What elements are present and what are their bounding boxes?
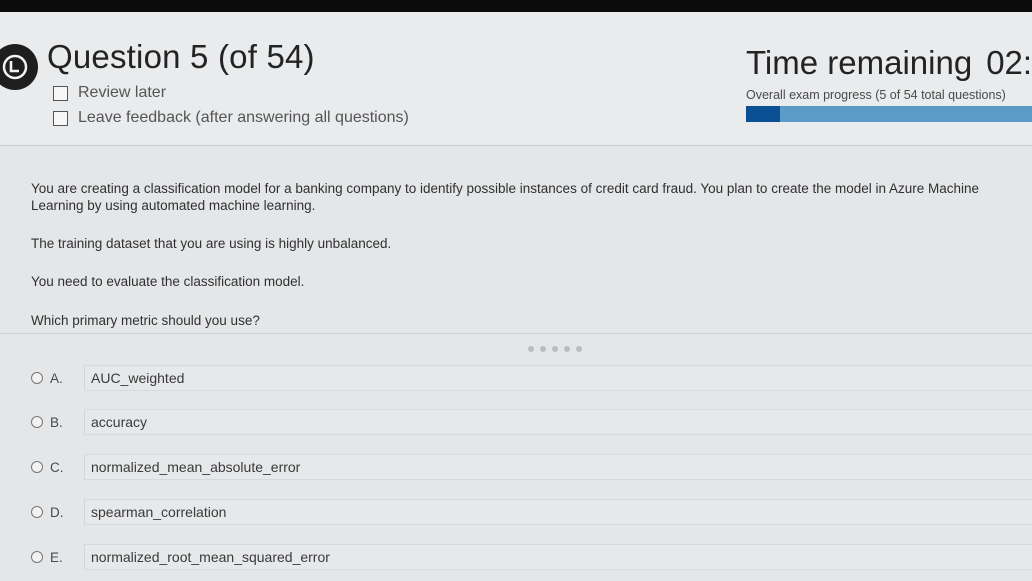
drag-dot [552,346,558,352]
question-title: Question 5 (of 54) [47,38,315,75]
answer-option-d[interactable]: D. spearman_correlation [31,499,1032,525]
option-text[interactable]: AUC_weighted [84,365,1032,391]
option-letter: A. [50,370,63,386]
option-text[interactable]: accuracy [84,409,1032,435]
question-paragraph: The training dataset that you are using … [31,236,392,251]
radio-button-a[interactable] [31,372,43,384]
leave-feedback-box[interactable] [53,110,68,126]
back-arrow-icon[interactable] [0,44,38,90]
review-later-checkbox[interactable]: Review later [53,84,166,102]
exam-header: Question 5 (of 54) Review later Leave fe… [0,12,1032,146]
answer-option-a[interactable]: A. AUC_weighted [31,365,1032,391]
drag-dot [540,346,546,352]
answer-option-b[interactable]: B. accuracy [31,409,1032,435]
option-letter: D. [50,504,64,520]
time-remaining: Time remaining 02:5 [746,44,1032,82]
option-text[interactable]: normalized_root_mean_squared_error [84,544,1032,570]
drag-handle-icon[interactable] [528,346,582,352]
back-arrow-glyph [2,54,28,80]
answer-option-e[interactable]: E. normalized_root_mean_squared_error [31,544,1032,570]
leave-feedback-checkbox[interactable]: Leave feedback (after answering all ques… [53,109,409,127]
leave-feedback-label: Leave feedback (after answering all ques… [78,109,409,126]
section-divider [0,333,1032,334]
exam-progress-fill [746,106,780,122]
time-remaining-value: 02:5 [986,44,1032,81]
top-bar [0,0,1032,12]
review-later-label: Review later [78,84,167,101]
exam-progress-label: Overall exam progress (5 of 54 total que… [746,88,1006,102]
drag-dot [528,346,534,352]
radio-button-b[interactable] [31,416,43,428]
exam-progress-bar [746,106,1032,122]
radio-button-e[interactable] [31,551,43,563]
option-text[interactable]: normalized_mean_absolute_error [84,454,1032,480]
time-remaining-label: Time remaining [746,44,973,81]
question-paragraph: You are creating a classification model … [31,181,980,213]
question-paragraph: You need to evaluate the classification … [31,274,305,289]
radio-button-c[interactable] [31,461,43,473]
option-letter: B. [50,414,63,430]
option-letter: E. [50,549,63,565]
answer-option-c[interactable]: C. normalized_mean_absolute_error [31,454,1032,480]
option-letter: C. [50,459,64,475]
radio-button-d[interactable] [31,506,43,518]
review-later-box[interactable] [53,85,68,101]
option-text[interactable]: spearman_correlation [84,499,1032,525]
drag-dot [564,346,570,352]
question-prompt: Which primary metric should you use? [31,313,260,328]
drag-dot [576,346,582,352]
